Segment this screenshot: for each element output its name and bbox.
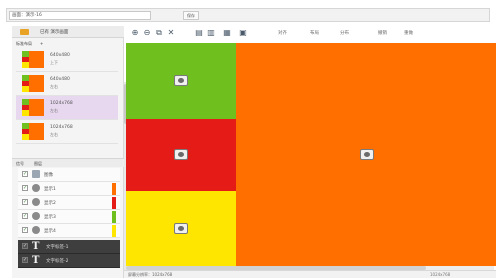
layout-canvas[interactable] — [126, 43, 496, 266]
fit-icon[interactable]: ⧉ — [154, 28, 164, 37]
layout-subtabs: 标准布局 + — [12, 39, 124, 48]
top-bar: 画面：演示-16 保存 — [6, 8, 490, 22]
text-layer-checkbox[interactable]: ✓ — [22, 257, 28, 263]
camera-icon — [32, 226, 40, 234]
toolbar-distribute-label[interactable]: 分布 — [340, 30, 349, 36]
camera-icon — [174, 149, 188, 160]
layout-resolution: 640x480 — [50, 53, 70, 58]
source-row[interactable]: ✓ 显示4 — [18, 224, 120, 238]
text-t-icon: T — [32, 255, 40, 266]
toolbar-layout-label[interactable]: 布局 — [310, 30, 319, 36]
tab-layers[interactable]: 图层 — [32, 160, 44, 167]
layout-thumbnail — [22, 51, 44, 68]
image-icon — [32, 170, 40, 178]
camera-icon — [360, 149, 374, 160]
folder-icon[interactable] — [20, 29, 29, 35]
source-checkbox[interactable]: ✓ — [22, 185, 28, 191]
camera-icon — [32, 184, 40, 192]
source-label: 图像 — [44, 173, 53, 178]
text-layer-checkbox[interactable]: ✓ — [22, 243, 28, 249]
source-row[interactable]: ✓ 图像 — [18, 168, 120, 182]
tab-signals[interactable]: 信号 — [14, 160, 26, 167]
align-center-icon[interactable]: ▥ — [206, 28, 216, 37]
status-resolution: 屏幕分辨率：1024x768 — [128, 272, 173, 277]
layout-resolution: 640x480 — [50, 77, 70, 82]
layout-thumbnail — [22, 123, 44, 140]
tab-add-layout[interactable]: + — [38, 40, 45, 47]
canvas-toolbar: ⊕ ⊖ ⧉ ✕ ▤ ▥ ▦ ▣ 对齐 布局 分布 撤销 重做 — [124, 24, 494, 40]
left-panel-title: 已有 演示画面 — [40, 30, 69, 35]
camera-icon — [32, 212, 40, 220]
color-swatch-red — [112, 197, 116, 209]
layout-item[interactable]: 640x480 左右 — [16, 72, 118, 96]
pane-orange-main[interactable] — [236, 43, 496, 266]
left-panel: 已有 演示画面 标准布局 + 640x480 上下 640x480 左右 102… — [12, 26, 128, 278]
source-checkbox[interactable]: ✓ — [22, 171, 28, 177]
pane-red[interactable] — [126, 119, 236, 191]
status-bar: 屏幕分辨率：1024x768 1024x768 — [124, 270, 496, 278]
camera-icon — [32, 198, 40, 206]
source-label: 显示3 — [44, 215, 56, 220]
text-layer-row[interactable]: ✓ T 文字标签-2 — [18, 254, 120, 268]
source-label: 显示1 — [44, 187, 56, 192]
color-swatch-yellow — [112, 225, 116, 237]
source-row[interactable]: ✓ 显示3 — [18, 210, 120, 224]
toolbar-undo-label[interactable]: 撤销 — [378, 30, 387, 36]
screen-name-field[interactable]: 画面：演示-16 — [9, 11, 151, 20]
source-label: 显示4 — [44, 229, 56, 234]
layout-item[interactable]: 1024x768 左右 — [16, 120, 118, 144]
source-checkbox[interactable]: ✓ — [22, 199, 28, 205]
layout-subtitle: 左右 — [50, 132, 58, 137]
save-button[interactable]: 保存 — [183, 11, 199, 20]
layout-item-selected[interactable]: 1024x768 左右 — [16, 96, 118, 120]
status-size: 1024x768 — [430, 272, 451, 277]
pane-green[interactable] — [126, 43, 236, 119]
zoom-out-icon[interactable]: ⊖ — [142, 28, 152, 37]
layout-resolution: 1024x768 — [50, 125, 73, 130]
text-layer-label: 文字标签-2 — [46, 259, 69, 264]
source-checkbox[interactable]: ✓ — [22, 227, 28, 233]
camera-icon — [174, 75, 188, 86]
align-right-icon[interactable]: ▦ — [222, 28, 232, 37]
layout-subtitle: 左右 — [50, 84, 58, 89]
layout-item[interactable]: 640x480 上下 — [16, 48, 118, 72]
camera-icon — [174, 223, 188, 234]
layout-thumbnail — [22, 99, 44, 116]
align-left-icon[interactable]: ▤ — [194, 28, 204, 37]
tab-standard-layouts[interactable]: 标准布局 — [14, 40, 34, 47]
source-label: 显示2 — [44, 201, 56, 206]
color-swatch-green — [112, 211, 116, 223]
text-t-icon: T — [32, 241, 40, 252]
toolbar-redo-label[interactable]: 重做 — [404, 30, 413, 36]
source-checkbox[interactable]: ✓ — [22, 213, 28, 219]
layout-resolution: 1024x768 — [50, 101, 73, 106]
source-row[interactable]: ✓ 显示1 — [18, 182, 120, 196]
layout-thumbnail — [22, 75, 44, 92]
zoom-in-icon[interactable]: ⊕ — [130, 28, 140, 37]
pane-yellow[interactable] — [126, 191, 236, 266]
toolbar-align-label[interactable]: 对齐 — [278, 30, 287, 36]
close-icon[interactable]: ✕ — [166, 28, 176, 37]
source-row[interactable]: ✓ 显示2 — [18, 196, 120, 210]
text-layer-row[interactable]: ✓ T 文字标签-1 — [18, 240, 120, 254]
source-tabs: 信号 图层 — [12, 158, 124, 167]
color-swatch-orange — [112, 183, 116, 195]
text-layer-label: 文字标签-1 — [46, 245, 69, 250]
layout-subtitle: 上下 — [50, 60, 58, 65]
grid-icon[interactable]: ▣ — [238, 28, 248, 37]
layout-subtitle: 左右 — [50, 108, 58, 113]
left-panel-header: 已有 演示画面 — [12, 26, 124, 38]
